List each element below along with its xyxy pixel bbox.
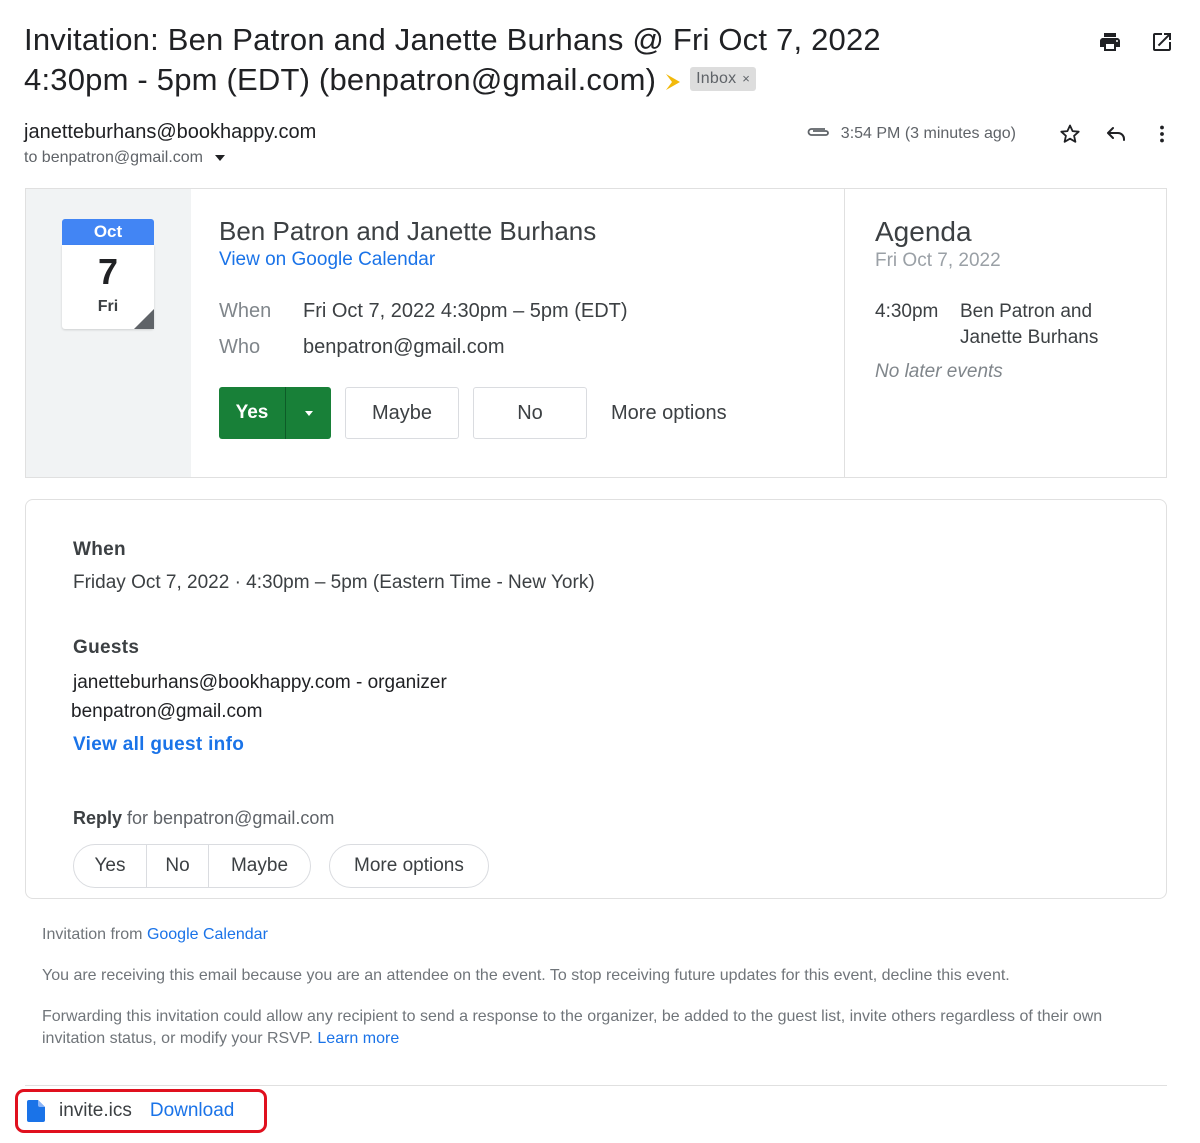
download-link[interactable]: Download bbox=[150, 1100, 235, 1122]
attachment-filename[interactable]: invite.ics bbox=[59, 1100, 132, 1122]
reply-maybe-button[interactable]: Maybe bbox=[208, 845, 310, 887]
recipient-text: to benpatron@gmail.com bbox=[24, 149, 203, 166]
yes-split-button: Yes bbox=[219, 387, 331, 439]
view-on-google-calendar-link[interactable]: View on Google Calendar bbox=[219, 249, 435, 270]
when-text: Friday Oct 7, 2022 · 4:30pm – 5pm (Easte… bbox=[73, 572, 595, 593]
guest-organizer: janetteburhans@bookhappy.com - organizer bbox=[73, 672, 447, 693]
agenda-panel: Agenda Fri Oct 7, 2022 4:30pm Ben Patron… bbox=[844, 189, 1166, 477]
agenda-item-time: 4:30pm bbox=[875, 301, 939, 322]
caret-down-icon bbox=[304, 410, 313, 416]
event-who-row: Who benpatron@gmail.com bbox=[219, 329, 839, 365]
subject-line-1: Invitation: Ben Patron and Janette Burha… bbox=[24, 22, 881, 57]
reply-buttons: Yes No Maybe More options bbox=[73, 844, 1166, 888]
learn-more-link[interactable]: Learn more bbox=[317, 1030, 399, 1047]
importance-marker-icon[interactable] bbox=[666, 73, 681, 90]
event-when-row: When Fri Oct 7, 2022 4:30pm – 5pm (EDT) bbox=[219, 293, 839, 329]
receiving-notice: You are receiving this email because you… bbox=[42, 967, 1010, 984]
guest-list: janetteburhans@bookhappy.com - organizer… bbox=[71, 668, 1166, 726]
subject-line-2-text: 4:30pm - 5pm (EDT) (benpatron@gmail.com) bbox=[24, 62, 657, 97]
file-icon bbox=[27, 1100, 45, 1122]
invitation-card: Oct 7 Fri Ben Patron and Janette Burhans… bbox=[25, 188, 1167, 478]
attachment-row: invite.ics Download bbox=[15, 1089, 267, 1133]
chevron-down-icon[interactable] bbox=[215, 155, 225, 161]
invitation-from-text: Invitation from bbox=[42, 926, 147, 943]
calendar-day: 7 bbox=[97, 251, 119, 292]
more-vert-icon[interactable] bbox=[1148, 120, 1176, 148]
when-heading: When bbox=[73, 539, 126, 560]
event-details-card: When Friday Oct 7, 2022 · 4:30pm – 5pm (… bbox=[25, 499, 1167, 899]
when-label: When bbox=[219, 300, 272, 322]
guests-heading: Guests bbox=[73, 637, 140, 658]
reply-label: Reply bbox=[73, 808, 123, 828]
maybe-button[interactable]: Maybe bbox=[345, 387, 459, 439]
agenda-title: Agenda bbox=[875, 216, 972, 247]
agenda-date: Fri Oct 7, 2022 bbox=[875, 250, 1001, 271]
reply-button-group: Yes No Maybe bbox=[73, 844, 311, 888]
calendar-page: 7 Fri bbox=[62, 245, 154, 329]
top-toolbar bbox=[1096, 28, 1176, 56]
paperclip-icon bbox=[805, 125, 831, 144]
yes-dropdown-button[interactable] bbox=[285, 387, 331, 439]
yes-button[interactable]: Yes bbox=[219, 387, 285, 439]
event-title: Ben Patron and Janette Burhans bbox=[219, 216, 597, 246]
calendar-date-icon: Oct 7 Fri bbox=[62, 219, 154, 329]
remove-label-icon[interactable]: × bbox=[742, 68, 750, 90]
who-value: benpatron@gmail.com bbox=[303, 336, 505, 358]
guest-item: benpatron@gmail.com bbox=[71, 701, 263, 722]
no-button[interactable]: No bbox=[473, 387, 587, 439]
email-subject: Invitation: Ben Patron and Janette Burha… bbox=[24, 20, 1064, 100]
invitation-footer: Invitation from Google Calendar You are … bbox=[42, 924, 1162, 1069]
message-meta: 3:54 PM (3 minutes ago) bbox=[805, 120, 1176, 148]
google-calendar-link[interactable]: Google Calendar bbox=[147, 926, 268, 943]
event-summary: Ben Patron and Janette Burhans View on G… bbox=[219, 215, 839, 439]
agenda-item[interactable]: 4:30pm Ben Patron and Janette Burhans bbox=[875, 299, 1166, 351]
forwarding-text: Forwarding this invitation could allow a… bbox=[42, 1008, 1103, 1047]
rsvp-buttons: Yes Maybe No More options bbox=[219, 387, 839, 439]
invitation-from-line: Invitation from Google Calendar bbox=[42, 924, 1162, 946]
open-in-new-window-icon[interactable] bbox=[1148, 28, 1176, 56]
star-icon[interactable] bbox=[1056, 120, 1084, 148]
subject-line-2: 4:30pm - 5pm (EDT) (benpatron@gmail.com)… bbox=[24, 60, 1064, 100]
reply-for-text: for benpatron@gmail.com bbox=[122, 808, 335, 828]
print-icon[interactable] bbox=[1096, 28, 1124, 56]
calendar-icon-column: Oct 7 Fri bbox=[26, 189, 191, 477]
sender-row: janetteburhans@bookhappy.com to benpatro… bbox=[24, 118, 1176, 178]
reply-yes-button[interactable]: Yes bbox=[74, 845, 146, 887]
recipient-line: to benpatron@gmail.com bbox=[24, 146, 1176, 170]
inbox-label-chip[interactable]: Inbox × bbox=[690, 66, 757, 91]
forwarding-notice: Forwarding this invitation could allow a… bbox=[42, 1006, 1162, 1050]
inbox-label-text: Inbox bbox=[696, 69, 737, 87]
reply-line: Reply for benpatron@gmail.com bbox=[73, 806, 1166, 830]
more-options-button[interactable]: More options bbox=[611, 402, 727, 425]
reply-no-button[interactable]: No bbox=[146, 845, 208, 887]
reply-more-options-button[interactable]: More options bbox=[329, 844, 489, 888]
received-time: 3:54 PM (3 minutes ago) bbox=[840, 125, 1016, 142]
page-fold-icon bbox=[134, 309, 154, 329]
calendar-month: Oct bbox=[62, 219, 154, 245]
attachment-divider bbox=[25, 1085, 1167, 1086]
who-label: Who bbox=[219, 336, 261, 358]
event-details: When Fri Oct 7, 2022 4:30pm – 5pm (EDT) … bbox=[219, 293, 839, 365]
agenda-item-title: Ben Patron and Janette Burhans bbox=[960, 301, 1099, 348]
no-later-events: No later events bbox=[875, 361, 1003, 382]
when-value: Fri Oct 7, 2022 4:30pm – 5pm (EDT) bbox=[303, 300, 628, 322]
reply-icon[interactable] bbox=[1102, 120, 1130, 148]
view-all-guest-info-link[interactable]: View all guest info bbox=[73, 732, 244, 758]
